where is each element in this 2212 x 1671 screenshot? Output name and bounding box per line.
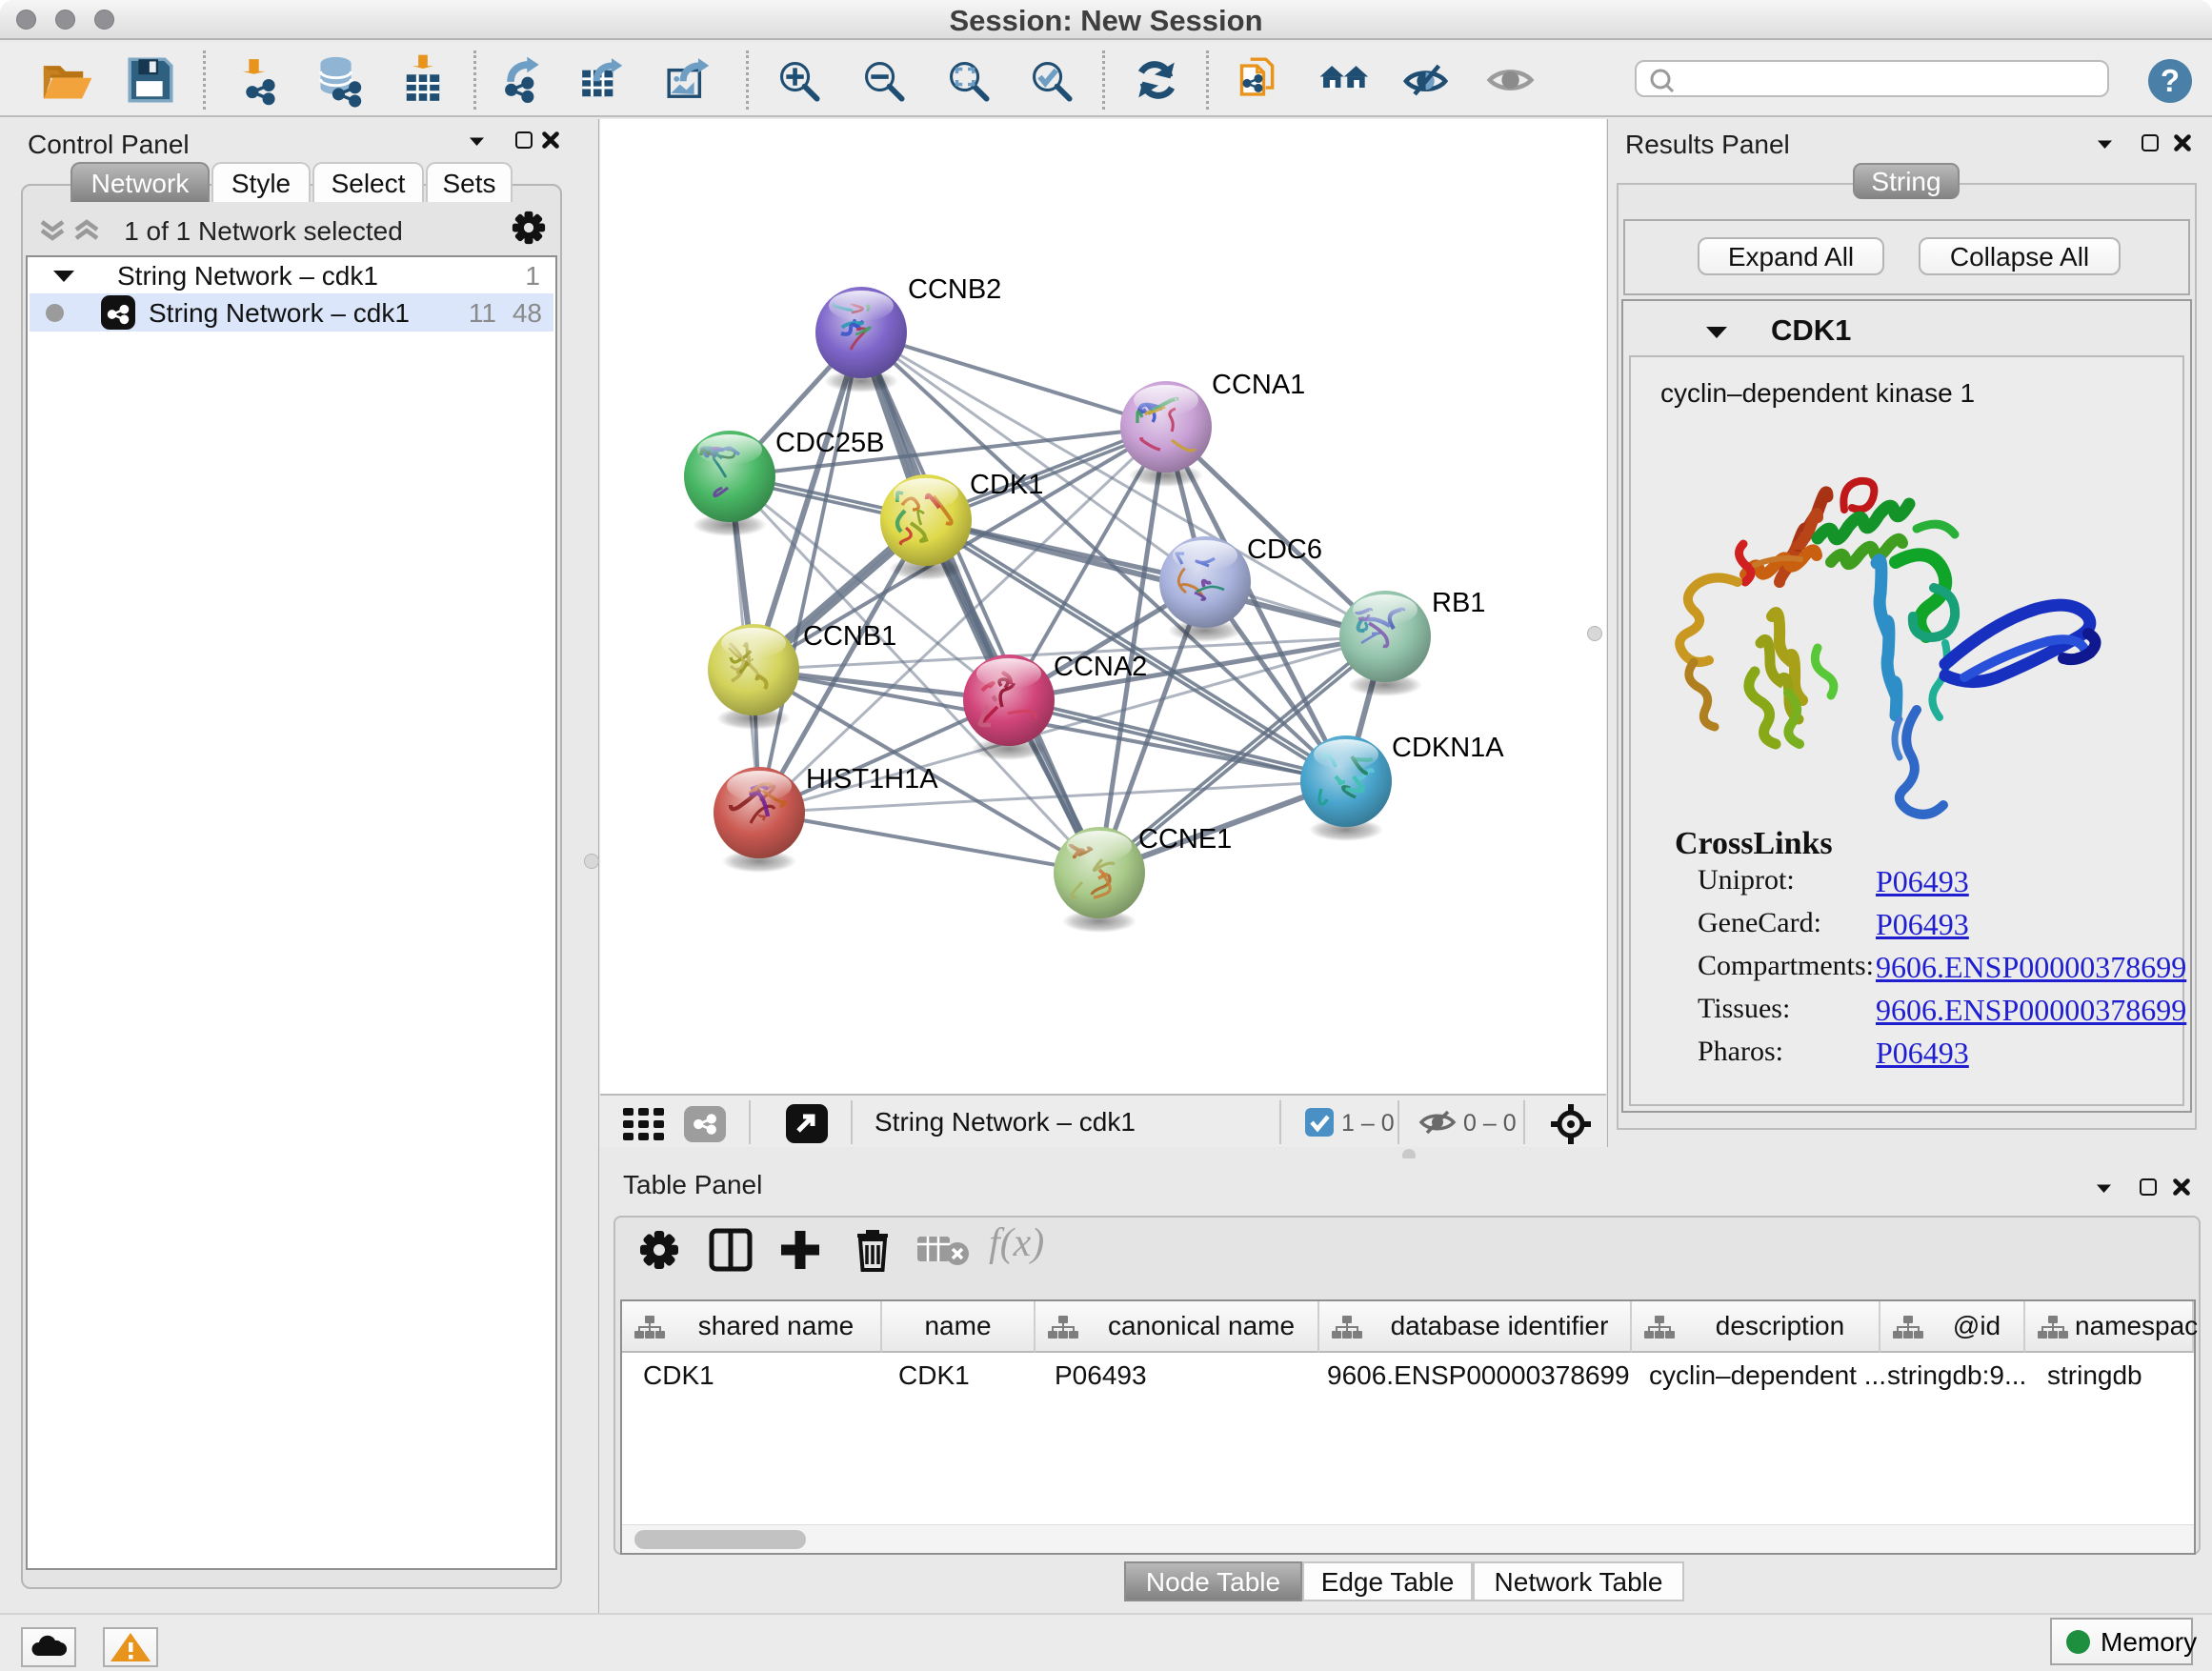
svg-text:CCNE1: CCNE1 (1138, 824, 1232, 855)
svg-text:CCNB1: CCNB1 (803, 621, 896, 652)
svg-text:CCNA1: CCNA1 (1212, 370, 1305, 400)
svg-text:CDKN1A: CDKN1A (1392, 733, 1504, 763)
svg-text:CCNB2: CCNB2 (908, 274, 1001, 305)
svg-text:CDC6: CDC6 (1247, 534, 1322, 565)
svg-text:HIST1H1A: HIST1H1A (806, 764, 938, 795)
svg-text:CDK1: CDK1 (970, 470, 1043, 500)
svg-text:RB1: RB1 (1432, 588, 1485, 618)
svg-text:CDC25B: CDC25B (775, 428, 884, 458)
svg-text:CCNA2: CCNA2 (1054, 652, 1147, 682)
